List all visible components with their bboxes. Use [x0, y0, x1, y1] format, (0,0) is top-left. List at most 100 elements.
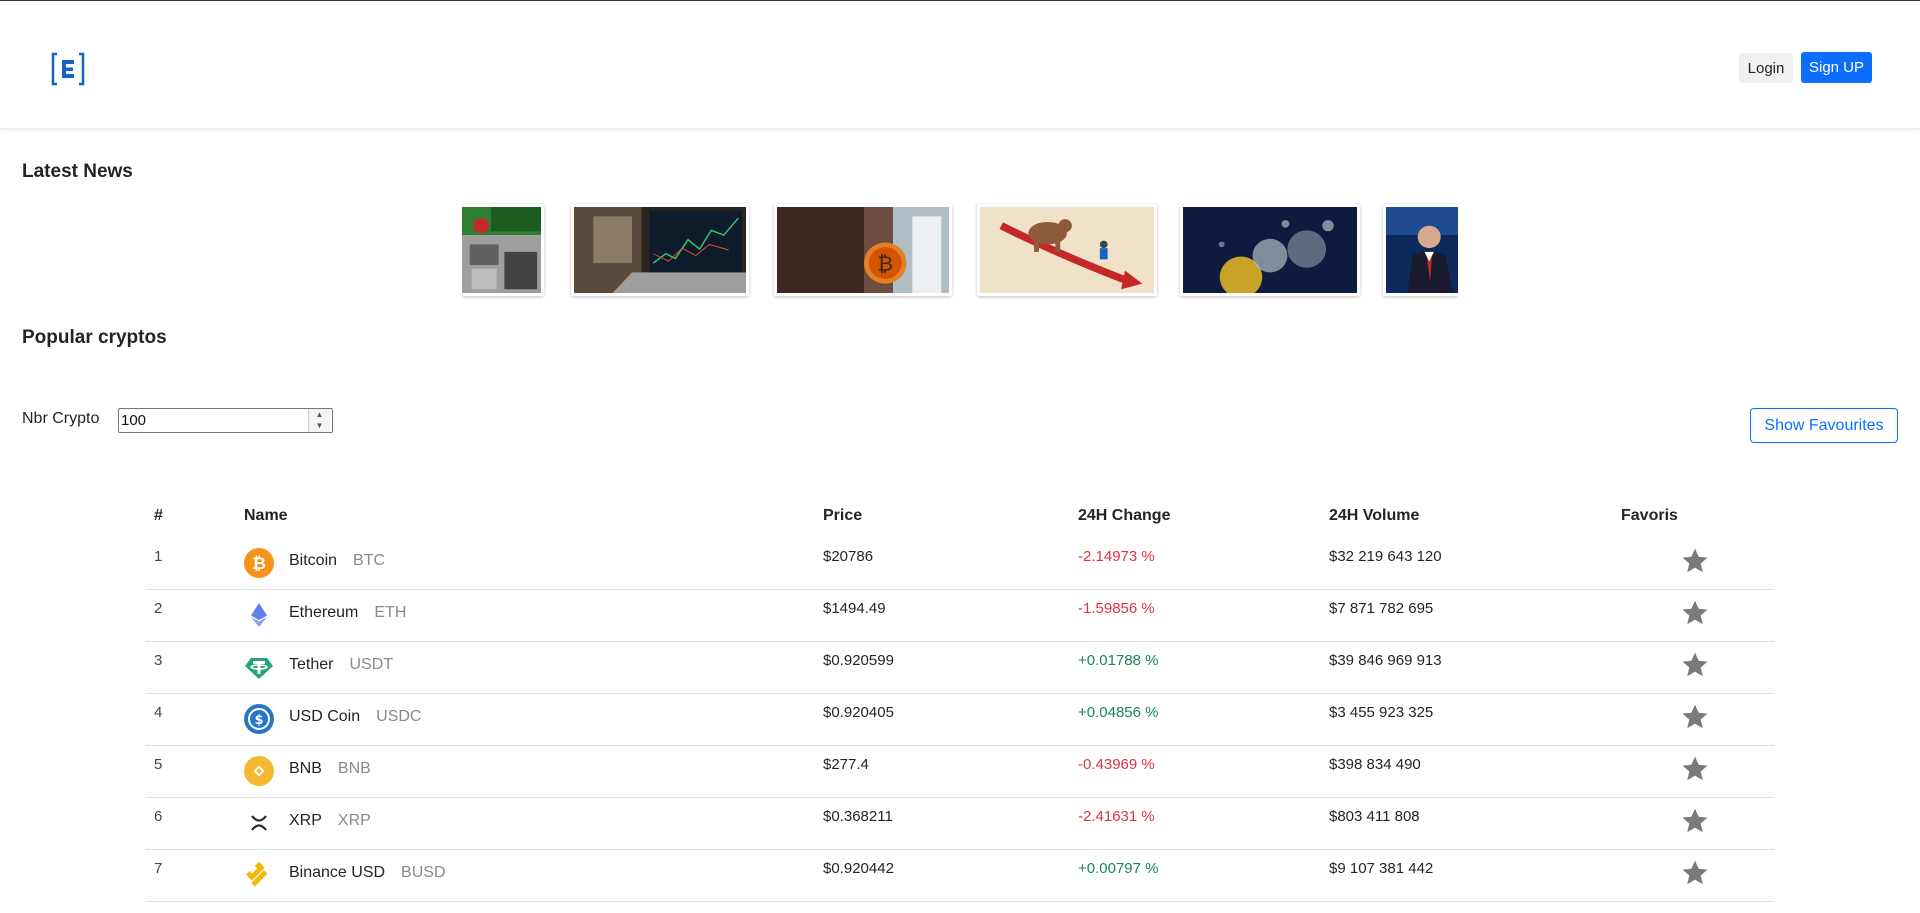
- table-row[interactable]: 2 Ethereum ETH $1494.49 -1.59856 % $7 871 782…: [146, 590, 1774, 642]
- change-cell: +0.01788 %: [1078, 652, 1159, 669]
- coin-name: XRP: [289, 812, 322, 829]
- table-row[interactable]: 3 Tether USDT $0.920599 +0.01788 % $39 846 96…: [146, 642, 1774, 694]
- coin-name-cell[interactable]: XRP XRP: [289, 812, 371, 830]
- coin-name-cell[interactable]: USD Coin USDC: [289, 708, 421, 726]
- star-icon[interactable]: [1680, 546, 1710, 576]
- change-cell: -0.43969 %: [1078, 756, 1155, 773]
- tether-icon: [245, 658, 273, 679]
- svg-text:$: $: [254, 713, 263, 728]
- news-image-4[interactable]: [977, 204, 1157, 296]
- nbr-crypto-label: Nbr Crypto: [22, 410, 100, 427]
- star-icon[interactable]: [1680, 806, 1710, 836]
- coin-name-cell[interactable]: Binance USD BUSD: [289, 864, 446, 882]
- header-rank: #: [154, 507, 163, 524]
- coin-name-cell[interactable]: Bitcoin BTC: [289, 552, 385, 570]
- header-favoris: Favoris: [1621, 507, 1678, 524]
- top-navbar: Login Sign UP: [0, 1, 1920, 129]
- latest-news-heading: Latest News: [22, 161, 133, 182]
- coin-name-cell[interactable]: Ethereum ETH: [289, 604, 406, 622]
- news-carousel[interactable]: ₿: [462, 202, 1458, 300]
- change-cell: -1.59856 %: [1078, 600, 1155, 617]
- news-image-3[interactable]: ₿: [774, 204, 952, 296]
- header-price: Price: [823, 507, 863, 524]
- rank-cell: 4: [154, 704, 163, 721]
- news-image-6[interactable]: [1383, 204, 1458, 296]
- volume-cell: $9 107 381 442: [1329, 860, 1434, 877]
- coin-symbol: USDT: [349, 656, 394, 673]
- volume-cell: $803 411 808: [1329, 808, 1420, 825]
- price-cell: $0.920405: [823, 704, 894, 721]
- ethereum-icon: [251, 603, 267, 627]
- coin-symbol: XRP: [337, 812, 371, 829]
- bnb-icon: [244, 756, 274, 786]
- price-cell: $20786: [823, 548, 874, 565]
- rank-cell: 6: [154, 808, 163, 825]
- coin-name: USD Coin: [289, 708, 361, 725]
- change-cell: -2.14973 %: [1078, 548, 1155, 565]
- coin-name: Ethereum: [289, 604, 359, 621]
- price-cell: $0.368211: [823, 808, 893, 825]
- header-volume: 24H Volume: [1329, 507, 1420, 524]
- rank-cell: 7: [154, 860, 163, 877]
- table-row[interactable]: 1 ₿ Bitcoin BTC $20786 -2.14973 % $32 219 643 …: [146, 538, 1774, 590]
- logo-icon[interactable]: [50, 51, 86, 87]
- svg-text:₿: ₿: [877, 252, 893, 276]
- svg-text:₿: ₿: [252, 554, 266, 574]
- price-cell: $277.4: [823, 756, 869, 773]
- volume-cell: $7 871 782 695: [1329, 600, 1434, 617]
- table-header: # Name Price 24H Change 24H Volume Favor…: [146, 498, 1774, 538]
- crypto-table: # Name Price 24H Change 24H Volume Favor…: [146, 498, 1774, 902]
- coin-name: Binance USD: [289, 864, 386, 881]
- star-icon[interactable]: [1680, 702, 1710, 732]
- chevron-down-icon[interactable]: ▼: [309, 420, 330, 431]
- table-body: 1 ₿ Bitcoin BTC $20786 -2.14973 % $32 219 643 …: [146, 538, 1774, 902]
- coin-name: Bitcoin: [289, 552, 338, 569]
- table-row[interactable]: 5 BNB BNB $277.4 -0.43969 % $398 834 490: [146, 746, 1774, 798]
- price-cell: $0.920442: [823, 860, 894, 877]
- coin-symbol: BNB: [337, 760, 371, 777]
- rank-cell: 3: [154, 652, 163, 669]
- rank-cell: 5: [154, 756, 163, 773]
- price-cell: $0.920599: [823, 652, 894, 669]
- usdc-icon: $: [244, 704, 274, 734]
- coin-symbol: BTC: [353, 552, 386, 569]
- coin-symbol: ETH: [374, 604, 407, 621]
- star-icon[interactable]: [1680, 858, 1710, 888]
- header-change: 24H Change: [1078, 507, 1171, 524]
- volume-cell: $39 846 969 913: [1329, 652, 1442, 669]
- news-image-5[interactable]: [1180, 204, 1360, 296]
- price-cell: $1494.49: [823, 600, 886, 617]
- rank-cell: 1: [154, 548, 163, 565]
- news-image-1[interactable]: [462, 204, 544, 296]
- rank-cell: 2: [154, 600, 163, 617]
- volume-cell: $3 455 923 325: [1329, 704, 1434, 721]
- change-cell: -2.41631 %: [1078, 808, 1155, 825]
- coin-symbol: BUSD: [401, 864, 446, 881]
- volume-cell: $398 834 490: [1329, 756, 1421, 773]
- news-image-2[interactable]: [571, 204, 749, 296]
- coin-name: Tether: [289, 656, 334, 673]
- nbr-crypto-input[interactable]: [118, 408, 333, 433]
- volume-cell: $32 219 643 120: [1329, 548, 1442, 565]
- coin-name-cell[interactable]: BNB BNB: [289, 760, 371, 778]
- star-icon[interactable]: [1680, 650, 1710, 680]
- show-favourites-button[interactable]: Show Favourites: [1750, 408, 1898, 443]
- table-row[interactable]: 4 $ USD Coin USDC $0.920405 +0.04856 % $3 455 …: [146, 694, 1774, 746]
- xrp-icon: [251, 815, 267, 831]
- login-button[interactable]: Login: [1739, 53, 1793, 83]
- coin-symbol: USDC: [376, 708, 422, 725]
- table-row[interactable]: 6 XRP XRP $0.368211 -2.41631 % $803 411 808: [146, 798, 1774, 850]
- coin-name: BNB: [289, 760, 322, 777]
- change-cell: +0.04856 %: [1078, 704, 1159, 721]
- signup-button[interactable]: Sign UP: [1801, 52, 1872, 83]
- table-row[interactable]: 7 Binance USD BUSD $0.920442 +0.00797 % $9 10…: [146, 850, 1774, 902]
- change-cell: +0.00797 %: [1078, 860, 1159, 877]
- nbr-crypto-stepper[interactable]: ▲ ▼: [308, 409, 330, 432]
- header-name: Name: [244, 507, 288, 524]
- star-icon[interactable]: [1680, 598, 1710, 628]
- star-icon[interactable]: [1680, 754, 1710, 784]
- chevron-up-icon[interactable]: ▲: [309, 409, 330, 420]
- busd-icon: [245, 861, 268, 887]
- coin-name-cell[interactable]: Tether USDT: [289, 656, 393, 674]
- bitcoin-icon: ₿: [244, 548, 274, 578]
